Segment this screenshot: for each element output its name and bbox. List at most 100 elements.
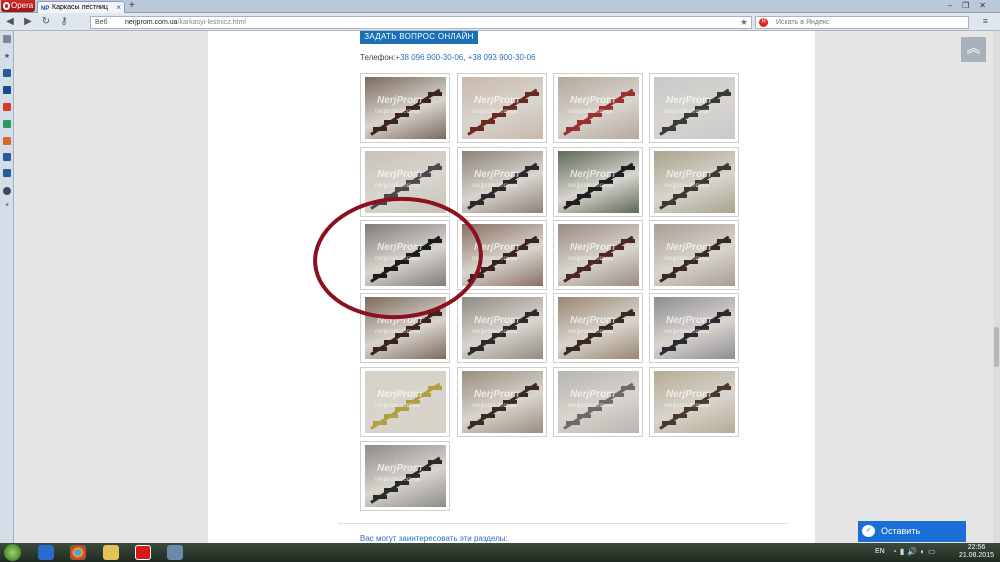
staircase-photo: NerjProm nerjprom.com.ua — [365, 445, 446, 507]
gallery-thumbnail[interactable]: NerjProm nerjprom.com.ua — [457, 73, 547, 143]
watermark: NerjProm — [474, 169, 520, 180]
toolbar-menu-icon[interactable]: ≡ — [983, 16, 994, 26]
sidebar-bookmarks-icon[interactable]: ★ — [3, 53, 11, 61]
start-button-icon[interactable] — [4, 544, 21, 561]
leave-message-label: Оставить сообщение — [881, 526, 921, 536]
sidebar-home-icon[interactable] — [3, 137, 11, 145]
gallery-thumbnail[interactable]: NerjProm nerjprom.com.ua — [553, 147, 643, 217]
watermark-url: nerjprom.com.ua — [664, 256, 710, 262]
sidebar-history-icon[interactable] — [3, 187, 11, 195]
watermark: NerjProm — [474, 315, 520, 326]
sidebar-download-icon[interactable] — [3, 169, 11, 177]
sidebar-odnoklassniki-icon[interactable] — [3, 120, 11, 128]
staircase-photo: NerjProm nerjprom.com.ua — [558, 77, 639, 139]
gallery-thumbnail[interactable]: NerjProm nerjprom.com.ua — [553, 293, 643, 363]
bookmark-star-icon[interactable]: ★ — [740, 17, 748, 28]
watermark-url: nerjprom.com.ua — [375, 183, 421, 189]
gallery-thumbnail[interactable]: NerjProm nerjprom.com.ua — [649, 147, 739, 217]
watermark: NerjProm — [570, 95, 616, 106]
tab-active[interactable]: NP Каркасы лестниц × — [37, 1, 125, 13]
watermark: NerjProm — [666, 95, 712, 106]
explorer-folder-icon[interactable] — [103, 545, 119, 560]
watermark-url: nerjprom.com.ua — [664, 329, 710, 335]
reload-icon[interactable]: ↻ — [40, 16, 52, 28]
staircase-photo: NerjProm nerjprom.com.ua — [654, 151, 735, 213]
watermark-url: nerjprom.com.ua — [472, 183, 518, 189]
staircase-photo: NerjProm nerjprom.com.ua — [462, 77, 543, 139]
sidebar-notes-icon[interactable] — [3, 69, 11, 77]
staircase-photo: NerjProm nerjprom.com.ua — [654, 224, 735, 286]
window-controls[interactable]: –❐✕ — [948, 0, 996, 12]
watermark-url: nerjprom.com.ua — [664, 183, 710, 189]
sidebar-speed-dial-icon[interactable] — [3, 35, 11, 43]
watermark: NerjProm — [570, 315, 616, 326]
search-input[interactable]: Я Искать в Яндекс — [755, 16, 969, 29]
gallery-thumbnail[interactable]: NerjProm nerjprom.com.ua — [649, 73, 739, 143]
sidebar-mail-icon[interactable] — [3, 103, 11, 111]
clock[interactable]: 22:56 21.08.2015 — [959, 544, 994, 560]
gallery-thumbnail[interactable]: NerjProm nerjprom.com.ua — [457, 293, 547, 363]
vertical-scrollbar[interactable] — [993, 31, 1000, 543]
watermark-url: nerjprom.com.ua — [375, 403, 421, 409]
gallery-thumbnail[interactable]: NerjProm nerjprom.com.ua — [360, 367, 450, 437]
new-tab-button[interactable]: + — [129, 0, 135, 12]
leave-message-button[interactable]: ✓ Оставить сообщение — [858, 521, 966, 542]
url-domain: nerjprom.com.ua — [125, 19, 178, 26]
close-tab-icon[interactable]: × — [116, 2, 121, 13]
page-viewport: ЗАДАТЬ ВОПРОС ОНЛАЙН Телефон:+38 096 900… — [15, 31, 1000, 543]
staircase-photo: NerjProm nerjprom.com.ua — [365, 77, 446, 139]
watermark-url: nerjprom.com.ua — [568, 109, 614, 115]
ie-icon[interactable] — [38, 545, 54, 560]
staircase-photo: NerjProm nerjprom.com.ua — [654, 297, 735, 359]
sidebar-word-icon[interactable] — [3, 153, 11, 161]
watermark: NerjProm — [666, 389, 712, 400]
staircase-photo: NerjProm nerjprom.com.ua — [462, 371, 543, 433]
language-indicator[interactable]: EN — [875, 548, 885, 555]
staircase-photo: NerjProm nerjprom.com.ua — [558, 151, 639, 213]
scroll-to-top-button[interactable]: ︽ — [961, 37, 986, 62]
phone-link-2[interactable]: +38 093 900-30-06 — [468, 53, 536, 62]
opera-logo-icon — [3, 2, 10, 10]
watermark: NerjProm — [474, 95, 520, 106]
app-taskbar-icon[interactable] — [167, 545, 183, 560]
scrollbar-thumb[interactable] — [994, 327, 999, 367]
clock-date: 21.08.2015 — [958, 552, 994, 559]
key-icon[interactable]: ⚷ — [58, 16, 70, 28]
watermark: NerjProm — [570, 242, 616, 253]
sidebar-facebook-icon[interactable] — [3, 86, 11, 94]
forward-arrow-icon[interactable]: ▶ — [22, 16, 34, 28]
clock-time: 22:56 — [967, 544, 986, 551]
ask-question-button[interactable]: ЗАДАТЬ ВОПРОС ОНЛАЙН — [360, 31, 478, 44]
watermark-url: nerjprom.com.ua — [375, 109, 421, 115]
gallery-thumbnail[interactable]: NerjProm nerjprom.com.ua — [553, 220, 643, 290]
phone-link-1[interactable]: +38 096 900-30-06 — [395, 53, 463, 62]
gallery-thumbnail[interactable]: NerjProm nerjprom.com.ua — [457, 147, 547, 217]
gallery-thumbnail[interactable]: NerjProm nerjprom.com.ua — [553, 73, 643, 143]
url-field[interactable]: Веб nerjprom.com.ua/karkasyi-lestnicz.ht… — [90, 16, 752, 29]
gallery-thumbnail[interactable]: NerjProm nerjprom.com.ua — [649, 293, 739, 363]
gallery-thumbnail[interactable]: NerjProm nerjprom.com.ua — [360, 441, 450, 511]
gallery-thumbnail[interactable]: NerjProm nerjprom.com.ua — [553, 367, 643, 437]
system-tray: EN ◔▮🔊◐▭ 22:56 21.08.2015 — [870, 543, 1000, 562]
opera-taskbar-icon[interactable] — [135, 545, 151, 560]
staircase-photo: NerjProm nerjprom.com.ua — [462, 151, 543, 213]
watermark: NerjProm — [666, 169, 712, 180]
gallery-thumbnail[interactable]: NerjProm nerjprom.com.ua — [457, 367, 547, 437]
sidebar-add-icon[interactable]: + — [3, 202, 11, 210]
tray-icons[interactable]: ◔▮🔊◐▭ — [892, 547, 939, 556]
back-arrow-icon[interactable]: ◀ — [4, 16, 16, 28]
watermark: NerjProm — [377, 95, 423, 106]
content-column: ЗАДАТЬ ВОПРОС ОНЛАЙН Телефон:+38 096 900… — [208, 31, 815, 543]
chrome-icon[interactable] — [70, 545, 86, 560]
opera-menu-button[interactable]: Opera — [1, 0, 35, 12]
watermark: NerjProm — [570, 169, 616, 180]
watermark: NerjProm — [570, 389, 616, 400]
gallery-thumbnail[interactable]: NerjProm nerjprom.com.ua — [649, 367, 739, 437]
favicon-icon: NP — [41, 6, 50, 12]
staircase-photo: NerjProm nerjprom.com.ua — [365, 371, 446, 433]
watermark-url: nerjprom.com.ua — [472, 109, 518, 115]
gallery-thumbnail[interactable]: NerjProm nerjprom.com.ua — [649, 220, 739, 290]
related-sections-text[interactable]: Вас могут заинтересовать эти разделы: — [360, 534, 508, 543]
gallery-thumbnail[interactable]: NerjProm nerjprom.com.ua — [360, 73, 450, 143]
staircase-photo: NerjProm nerjprom.com.ua — [558, 224, 639, 286]
